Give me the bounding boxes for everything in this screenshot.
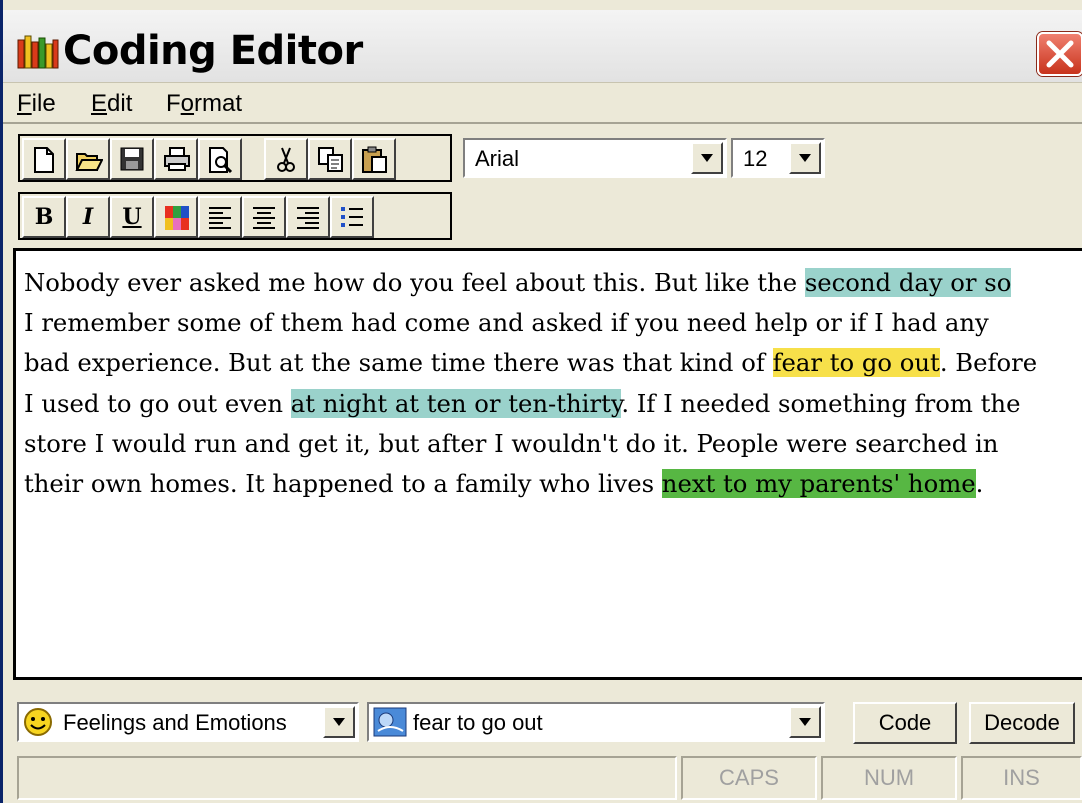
category-dropdown[interactable]: Feelings and Emotions — [17, 702, 359, 742]
category-arrow[interactable] — [323, 706, 355, 738]
align-right-button[interactable] — [286, 196, 330, 238]
font-size-arrow[interactable] — [789, 142, 821, 174]
align-left-button[interactable] — [198, 196, 242, 238]
text-segment: Nobody ever asked me how do you feel abo… — [24, 268, 805, 297]
coded-segment-green: next to my parents' home — [661, 469, 976, 499]
new-document-icon — [34, 147, 54, 173]
books-app-icon — [17, 35, 59, 69]
font-name-dropdown[interactable]: Arial — [463, 138, 727, 178]
status-ins: INS — [961, 756, 1082, 800]
text-segment: store I would run and get it, but after … — [24, 428, 999, 458]
status-message-pane — [17, 756, 677, 800]
code-button[interactable]: Code — [853, 702, 957, 744]
smiley-icon — [24, 708, 52, 736]
document-line: store I would run and get it, but after … — [24, 424, 1082, 464]
text-segment: . Before — [939, 348, 1038, 378]
document-line: bad experience. But at the same time the… — [24, 343, 1082, 383]
align-center-icon — [253, 207, 275, 229]
menu-bar: File Edit Format — [3, 82, 1082, 124]
new-button[interactable] — [22, 138, 66, 180]
document-line: I remember some of them had come and ask… — [24, 303, 1082, 343]
bold-icon: B — [34, 204, 54, 230]
menu-format-pre: F — [166, 90, 181, 117]
document-line: Nobody ever asked me how do you feel abo… — [24, 263, 1082, 303]
document-editor[interactable]: Nobody ever asked me how do you feel abo… — [13, 248, 1082, 680]
format-toolbar: B I U — [18, 192, 452, 240]
save-icon — [120, 147, 144, 171]
window-title: Coding Editor — [63, 28, 363, 74]
color-icon — [165, 206, 189, 230]
print-icon — [164, 147, 190, 171]
status-num: NUM — [821, 756, 957, 800]
close-button[interactable] — [1037, 32, 1082, 76]
align-center-button[interactable] — [242, 196, 286, 238]
coded-segment-teal: second day or so — [804, 268, 1012, 297]
coded-segment-yellow: fear to go out — [772, 348, 940, 378]
code-value: fear to go out — [413, 710, 543, 735]
menu-format[interactable]: Format — [166, 90, 242, 118]
text-segment: I used to go out even — [24, 388, 291, 418]
print-preview-button[interactable] — [198, 138, 242, 180]
document-line: I used to go out even at night at ten or… — [24, 384, 1082, 424]
close-icon — [1046, 40, 1074, 68]
menu-file-rest: ile — [31, 90, 56, 117]
font-size-value: 12 — [743, 146, 768, 171]
chevron-down-icon — [701, 154, 713, 162]
text-segment: . — [975, 469, 984, 499]
title-bar[interactable]: Coding Editor — [3, 10, 1082, 82]
menu-format-rest: rmat — [194, 90, 243, 117]
code-icon — [373, 707, 407, 737]
open-button[interactable] — [66, 138, 110, 180]
document-text[interactable]: Nobody ever asked me how do you feel abo… — [24, 263, 1082, 504]
cut-icon — [277, 147, 295, 172]
menu-file-key: F — [17, 90, 32, 117]
coding-editor-window: Coding Editor File Edit Format Arial 12 … — [0, 0, 1082, 803]
font-name-arrow[interactable] — [691, 142, 723, 174]
save-button[interactable] — [110, 138, 154, 180]
decode-button[interactable]: Decode — [969, 702, 1075, 744]
bullet-list-icon — [341, 207, 363, 227]
category-value: Feelings and Emotions — [63, 710, 287, 735]
cut-button[interactable] — [264, 138, 308, 180]
text-segment: bad experience. But at the same time the… — [24, 348, 773, 378]
bold-button[interactable]: B — [22, 196, 66, 238]
paste-button[interactable] — [352, 138, 396, 180]
paste-icon — [362, 146, 387, 173]
copy-button[interactable] — [308, 138, 352, 180]
print-preview-icon — [209, 147, 233, 174]
font-name-value: Arial — [475, 146, 520, 171]
menu-edit[interactable]: Edit — [91, 90, 132, 118]
color-button[interactable] — [154, 196, 198, 238]
menu-edit-rest: dit — [107, 90, 133, 117]
underline-button[interactable]: U — [110, 196, 154, 238]
status-caps: CAPS — [681, 756, 817, 800]
font-size-dropdown[interactable]: 12 — [731, 138, 825, 178]
underline-icon: U — [122, 204, 142, 230]
coding-bar: Feelings and Emotions fear to go out Cod… — [3, 690, 1082, 750]
copy-icon — [318, 147, 343, 172]
standard-toolbar — [18, 134, 452, 182]
text-segment: . If I needed something from the — [621, 388, 1021, 418]
open-folder-icon — [75, 153, 103, 171]
menu-file[interactable]: File — [17, 90, 56, 118]
chevron-down-icon — [333, 718, 345, 726]
align-left-icon — [209, 207, 231, 229]
align-right-icon — [297, 207, 319, 229]
menu-format-key: o — [180, 90, 195, 117]
chevron-down-icon — [799, 154, 811, 162]
chevron-down-icon — [799, 718, 811, 726]
text-segment: their own homes. It happened to a family… — [24, 469, 662, 499]
menu-edit-key: E — [91, 90, 108, 117]
document-line: their own homes. It happened to a family… — [24, 464, 1082, 504]
italic-icon: I — [82, 204, 94, 230]
bullet-list-button[interactable] — [330, 196, 374, 238]
text-segment: I remember some of them had come and ask… — [24, 308, 989, 338]
code-arrow[interactable] — [789, 706, 821, 738]
print-button[interactable] — [154, 138, 198, 180]
coded-segment-teal: at night at ten or ten-thirty — [290, 388, 622, 418]
italic-button[interactable]: I — [66, 196, 110, 238]
code-dropdown[interactable]: fear to go out — [367, 702, 825, 742]
status-bar: CAPS NUM INS — [3, 752, 1082, 803]
